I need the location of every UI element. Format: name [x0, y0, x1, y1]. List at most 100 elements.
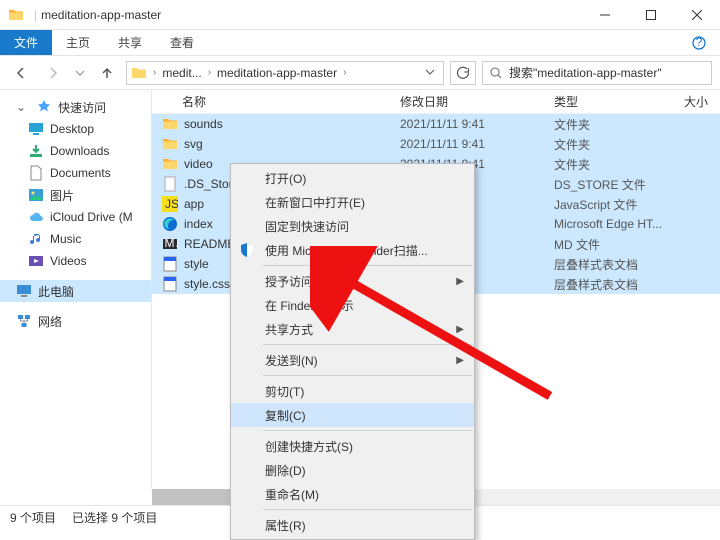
file-name: README — [184, 237, 235, 251]
svg-text:JS: JS — [165, 197, 178, 211]
network-icon — [16, 313, 32, 329]
col-size[interactable]: 大小 — [684, 93, 720, 110]
chevron-right-icon: ▶ — [456, 324, 464, 335]
ctx-open-new-window[interactable]: 在新窗口中打开(E) — [231, 190, 474, 214]
desktop-icon — [28, 121, 44, 137]
context-divider — [263, 509, 472, 510]
ctx-grant-access[interactable]: 授予访问权限(G)▶ — [231, 269, 474, 293]
col-date[interactable]: 修改日期 — [400, 93, 554, 110]
context-divider — [263, 375, 472, 376]
ctx-send-to[interactable]: 发送到(N)▶ — [231, 348, 474, 372]
file-name: sounds — [184, 117, 223, 131]
file-tab[interactable]: 文件 — [0, 30, 52, 55]
chevron-right-icon: ▶ — [456, 355, 464, 366]
status-item-count: 9 个项目 — [10, 509, 56, 526]
col-name[interactable]: 名称 — [152, 93, 400, 110]
breadcrumb-seg[interactable]: medit... — [160, 66, 203, 80]
chevron-right-icon: › — [208, 67, 211, 78]
downloads-icon — [28, 143, 44, 159]
sidebar-this-pc[interactable]: 此电脑 — [0, 280, 151, 302]
ctx-properties[interactable]: 属性(R) — [231, 513, 474, 537]
navigation-pane: ⌄ 快速访问 Desktop Downloads Documents 图片 iC… — [0, 90, 152, 489]
ctx-create-shortcut[interactable]: 创建快捷方式(S) — [231, 434, 474, 458]
star-icon — [36, 99, 52, 115]
context-divider — [263, 344, 472, 345]
ctx-rename[interactable]: 重命名(M) — [231, 482, 474, 506]
file-row[interactable]: sounds 2021/11/11 9:41文件夹 — [152, 114, 720, 134]
sidebar-item[interactable]: Videos — [0, 250, 151, 272]
sidebar-quick-access[interactable]: ⌄ 快速访问 — [0, 96, 151, 118]
home-tab[interactable]: 主页 — [52, 30, 104, 55]
file-date: 2021/11/11 9:41 — [400, 137, 554, 151]
help-button[interactable]: ? — [678, 30, 720, 55]
ctx-share-with[interactable]: 共享方式▶ — [231, 317, 474, 341]
file-type: 文件夹 — [554, 156, 684, 173]
refresh-button[interactable] — [450, 61, 476, 85]
ctx-copy[interactable]: 复制(C) — [231, 403, 474, 427]
file-name: video — [184, 157, 213, 171]
view-tab[interactable]: 查看 — [156, 30, 208, 55]
pc-icon — [16, 283, 32, 299]
col-type[interactable]: 类型 — [554, 93, 684, 110]
music-icon — [28, 231, 44, 247]
status-selected-count: 已选择 9 个项目 — [72, 509, 157, 526]
pictures-icon — [28, 187, 44, 203]
chevron-right-icon: › — [153, 67, 156, 78]
context-divider — [263, 265, 472, 266]
column-headers[interactable]: 名称 修改日期 类型 大小 — [152, 90, 720, 114]
file-name: svg — [184, 137, 203, 151]
file-type: 文件夹 — [554, 136, 684, 153]
forward-button[interactable] — [40, 60, 66, 86]
ctx-defender-scan[interactable]: 使用 Microsoft Defender扫描... — [231, 238, 474, 262]
address-bar: › medit... › meditation-app-master › 搜索"… — [0, 56, 720, 90]
svg-text:M↓: M↓ — [165, 236, 179, 250]
context-divider — [263, 430, 472, 431]
folder-icon — [8, 7, 24, 23]
share-tab[interactable]: 共享 — [104, 30, 156, 55]
breadcrumb-dropdown[interactable] — [419, 66, 441, 80]
file-type: 文件夹 — [554, 116, 684, 133]
chevron-right-icon: › — [343, 67, 346, 78]
window-title: meditation-app-master — [41, 8, 582, 22]
maximize-button[interactable] — [628, 0, 674, 29]
sidebar-item[interactable]: Documents — [0, 162, 151, 184]
breadcrumb-seg[interactable]: meditation-app-master — [215, 66, 339, 80]
back-button[interactable] — [8, 60, 34, 86]
sidebar-item[interactable]: Desktop — [0, 118, 151, 140]
sidebar-item[interactable]: Downloads — [0, 140, 151, 162]
up-button[interactable] — [94, 60, 120, 86]
file-name: index — [184, 217, 213, 231]
file-name: app — [184, 197, 204, 211]
breadcrumb[interactable]: › medit... › meditation-app-master › — [126, 61, 444, 85]
chevron-down-icon: ⌄ — [16, 100, 26, 114]
sidebar-network[interactable]: 网络 — [0, 310, 151, 332]
context-menu: 打开(O) 在新窗口中打开(E) 固定到快速访问 使用 Microsoft De… — [230, 163, 475, 540]
documents-icon — [28, 165, 44, 181]
cloud-icon — [28, 209, 44, 225]
search-icon — [489, 66, 503, 80]
file-row[interactable]: svg 2021/11/11 9:41文件夹 — [152, 134, 720, 154]
file-type: Microsoft Edge HT... — [554, 217, 684, 231]
folder-icon — [131, 65, 147, 81]
file-date: 2021/11/11 9:41 — [400, 117, 554, 131]
ctx-cut[interactable]: 剪切(T) — [231, 379, 474, 403]
ctx-delete[interactable]: 删除(D) — [231, 458, 474, 482]
close-button[interactable] — [674, 0, 720, 29]
ctx-pin-quick[interactable]: 固定到快速访问 — [231, 214, 474, 238]
sidebar-item[interactable]: 图片 — [0, 184, 151, 206]
title-sep: | — [34, 8, 37, 22]
ctx-show-finder[interactable]: 在 Finder 中显示 — [231, 293, 474, 317]
history-dropdown[interactable] — [72, 60, 88, 86]
file-type: 层叠样式表文档 — [554, 256, 684, 273]
shield-icon — [239, 242, 255, 258]
chevron-right-icon: ▶ — [456, 276, 464, 287]
ribbon-tabs: 文件 主页 共享 查看 ? — [0, 30, 720, 56]
search-placeholder: 搜索"meditation-app-master" — [509, 64, 662, 81]
ctx-open[interactable]: 打开(O) — [231, 166, 474, 190]
sidebar-item[interactable]: iCloud Drive (M — [0, 206, 151, 228]
svg-text:?: ? — [696, 36, 703, 49]
file-type: 层叠样式表文档 — [554, 276, 684, 293]
sidebar-item[interactable]: Music — [0, 228, 151, 250]
minimize-button[interactable] — [582, 0, 628, 29]
search-input[interactable]: 搜索"meditation-app-master" — [482, 61, 712, 85]
